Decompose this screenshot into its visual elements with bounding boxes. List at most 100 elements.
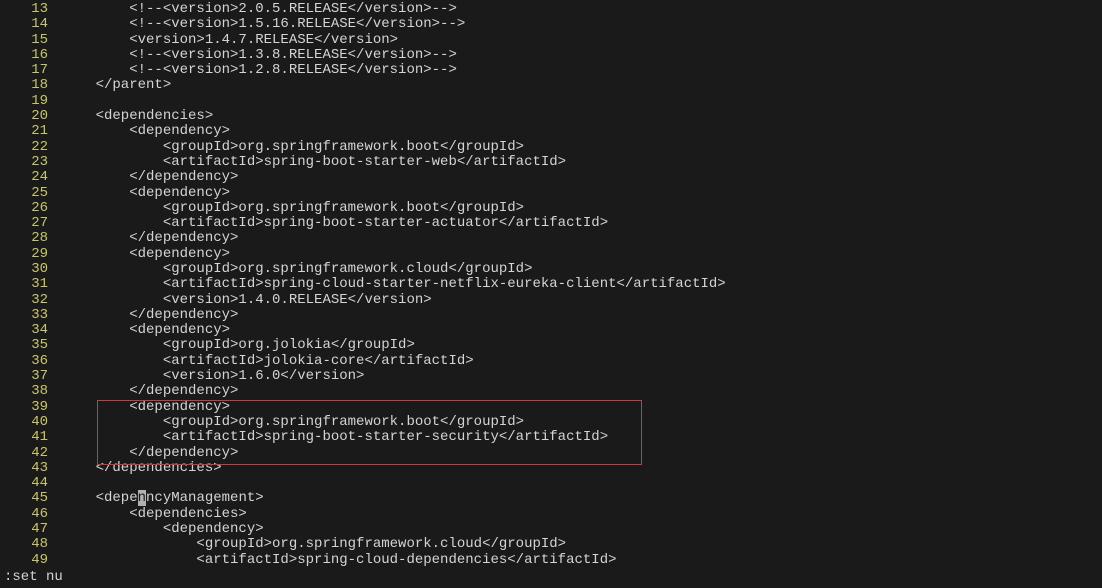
code-text: <dependencies> <box>62 507 247 522</box>
line-number: 17 <box>0 63 62 78</box>
code-line[interactable]: 21 <dependency> <box>0 124 1102 139</box>
code-line[interactable]: 15 <version>1.4.7.RELEASE</version> <box>0 33 1102 48</box>
line-number: 27 <box>0 216 62 231</box>
code-line[interactable]: 45 <depenncyManagement> <box>0 492 1102 507</box>
line-number: 22 <box>0 140 62 155</box>
code-text: <dependency> <box>62 323 230 338</box>
code-line[interactable]: 27 <artifactId>spring-boot-starter-actua… <box>0 216 1102 231</box>
line-number: 38 <box>0 384 62 399</box>
line-number: 42 <box>0 446 62 461</box>
code-text: </dependency> <box>62 384 238 399</box>
line-number: 30 <box>0 262 62 277</box>
code-text: <!--<version>1.2.8.RELEASE</version>--> <box>62 63 457 78</box>
code-text: <version>1.6.0</version> <box>62 369 364 384</box>
line-number: 20 <box>0 109 62 124</box>
code-text: </dependency> <box>62 231 238 246</box>
code-line[interactable]: 28 </dependency> <box>0 231 1102 246</box>
line-number: 18 <box>0 78 62 93</box>
code-line[interactable]: 13 <!--<version>2.0.5.RELEASE</version>-… <box>0 2 1102 17</box>
code-text: <!--<version>1.3.8.RELEASE</version>--> <box>62 48 457 63</box>
line-number: 37 <box>0 369 62 384</box>
code-text: <groupId>org.springframework.boot</group… <box>62 415 524 430</box>
code-line[interactable]: 42 </dependency> <box>0 446 1102 461</box>
line-number: 13 <box>0 2 62 17</box>
code-text: </parent> <box>62 78 171 93</box>
code-text: </dependency> <box>62 308 238 323</box>
line-number: 41 <box>0 430 62 445</box>
code-text: <!--<version>2.0.5.RELEASE</version>--> <box>62 2 457 17</box>
code-text: <artifactId>spring-boot-starter-security… <box>62 430 608 445</box>
line-number: 48 <box>0 537 62 552</box>
code-line[interactable]: 44 <box>0 476 1102 491</box>
code-line[interactable]: 14 <!--<version>1.5.16.RELEASE</version>… <box>0 17 1102 32</box>
code-line[interactable]: 17 <!--<version>1.2.8.RELEASE</version>-… <box>0 63 1102 78</box>
code-line[interactable]: 36 <artifactId>jolokia-core</artifactId> <box>0 354 1102 369</box>
code-text: <dependencies> <box>62 109 213 124</box>
code-line[interactable]: 24 </dependency> <box>0 170 1102 185</box>
code-line[interactable]: 49 <artifactId>spring-cloud-dependencies… <box>0 553 1102 568</box>
code-text: <artifactId>spring-cloud-dependencies</a… <box>62 553 617 568</box>
code-line[interactable]: 48 <groupId>org.springframework.cloud</g… <box>0 537 1102 552</box>
line-number: 33 <box>0 308 62 323</box>
code-line[interactable]: 46 <dependencies> <box>0 507 1102 522</box>
code-text: <!--<version>1.5.16.RELEASE</version>--> <box>62 17 465 32</box>
code-text: <depenncyManagement> <box>62 491 264 506</box>
cursor: n <box>138 490 146 506</box>
line-number: 21 <box>0 124 62 139</box>
code-line[interactable]: 22 <groupId>org.springframework.boot</gr… <box>0 140 1102 155</box>
code-line[interactable]: 25 <dependency> <box>0 186 1102 201</box>
code-text: <groupId>org.springframework.boot</group… <box>62 201 524 216</box>
line-number: 44 <box>0 476 62 491</box>
code-line[interactable]: 30 <groupId>org.springframework.cloud</g… <box>0 262 1102 277</box>
code-line[interactable]: 35 <groupId>org.jolokia</groupId> <box>0 339 1102 354</box>
code-text: <dependency> <box>62 124 230 139</box>
code-line[interactable]: 32 <version>1.4.0.RELEASE</version> <box>0 293 1102 308</box>
line-number: 34 <box>0 323 62 338</box>
line-number: 24 <box>0 170 62 185</box>
code-line[interactable]: 38 </dependency> <box>0 384 1102 399</box>
code-line[interactable]: 19 <box>0 94 1102 109</box>
line-number: 23 <box>0 155 62 170</box>
code-text: <dependency> <box>62 186 230 201</box>
line-number: 31 <box>0 277 62 292</box>
code-text: </dependency> <box>62 446 238 461</box>
code-line[interactable]: 47 <dependency> <box>0 522 1102 537</box>
line-number: 40 <box>0 415 62 430</box>
code-editor[interactable]: 13 <!--<version>2.0.5.RELEASE</version>-… <box>0 0 1102 568</box>
code-line[interactable]: 31 <artifactId>spring-cloud-starter-netf… <box>0 277 1102 292</box>
code-line[interactable]: 29 <dependency> <box>0 247 1102 262</box>
code-text: <groupId>org.springframework.cloud</grou… <box>62 262 532 277</box>
code-text: <artifactId>spring-boot-starter-actuator… <box>62 216 608 231</box>
line-number: 16 <box>0 48 62 63</box>
line-number: 43 <box>0 461 62 476</box>
code-text: <version>1.4.0.RELEASE</version> <box>62 293 432 308</box>
line-number: 39 <box>0 400 62 415</box>
code-line[interactable]: 20 <dependencies> <box>0 109 1102 124</box>
code-line[interactable]: 34 <dependency> <box>0 323 1102 338</box>
code-text: </dependency> <box>62 170 238 185</box>
status-line[interactable]: :set nu <box>4 570 63 585</box>
line-number: 26 <box>0 201 62 216</box>
code-line[interactable]: 43 </dependencies> <box>0 461 1102 476</box>
code-text: <groupId>org.springframework.cloud</grou… <box>62 537 566 552</box>
line-number: 36 <box>0 354 62 369</box>
code-text: <version>1.4.7.RELEASE</version> <box>62 33 398 48</box>
code-text: </dependencies> <box>62 461 222 476</box>
code-text: <groupId>org.jolokia</groupId> <box>62 338 415 353</box>
code-line[interactable]: 23 <artifactId>spring-boot-starter-web</… <box>0 155 1102 170</box>
code-line[interactable]: 39 <dependency> <box>0 400 1102 415</box>
code-line[interactable]: 33 </dependency> <box>0 308 1102 323</box>
code-line[interactable]: 26 <groupId>org.springframework.boot</gr… <box>0 201 1102 216</box>
code-text: <artifactId>jolokia-core</artifactId> <box>62 354 474 369</box>
code-text: <dependency> <box>62 247 230 262</box>
line-number: 28 <box>0 231 62 246</box>
line-number: 14 <box>0 17 62 32</box>
code-line[interactable]: 40 <groupId>org.springframework.boot</gr… <box>0 415 1102 430</box>
code-line[interactable]: 16 <!--<version>1.3.8.RELEASE</version>-… <box>0 48 1102 63</box>
line-number: 29 <box>0 247 62 262</box>
code-line[interactable]: 37 <version>1.6.0</version> <box>0 369 1102 384</box>
code-line[interactable]: 18 </parent> <box>0 78 1102 93</box>
code-text: <artifactId>spring-cloud-starter-netflix… <box>62 277 726 292</box>
code-line[interactable]: 41 <artifactId>spring-boot-starter-secur… <box>0 430 1102 445</box>
line-number: 25 <box>0 186 62 201</box>
